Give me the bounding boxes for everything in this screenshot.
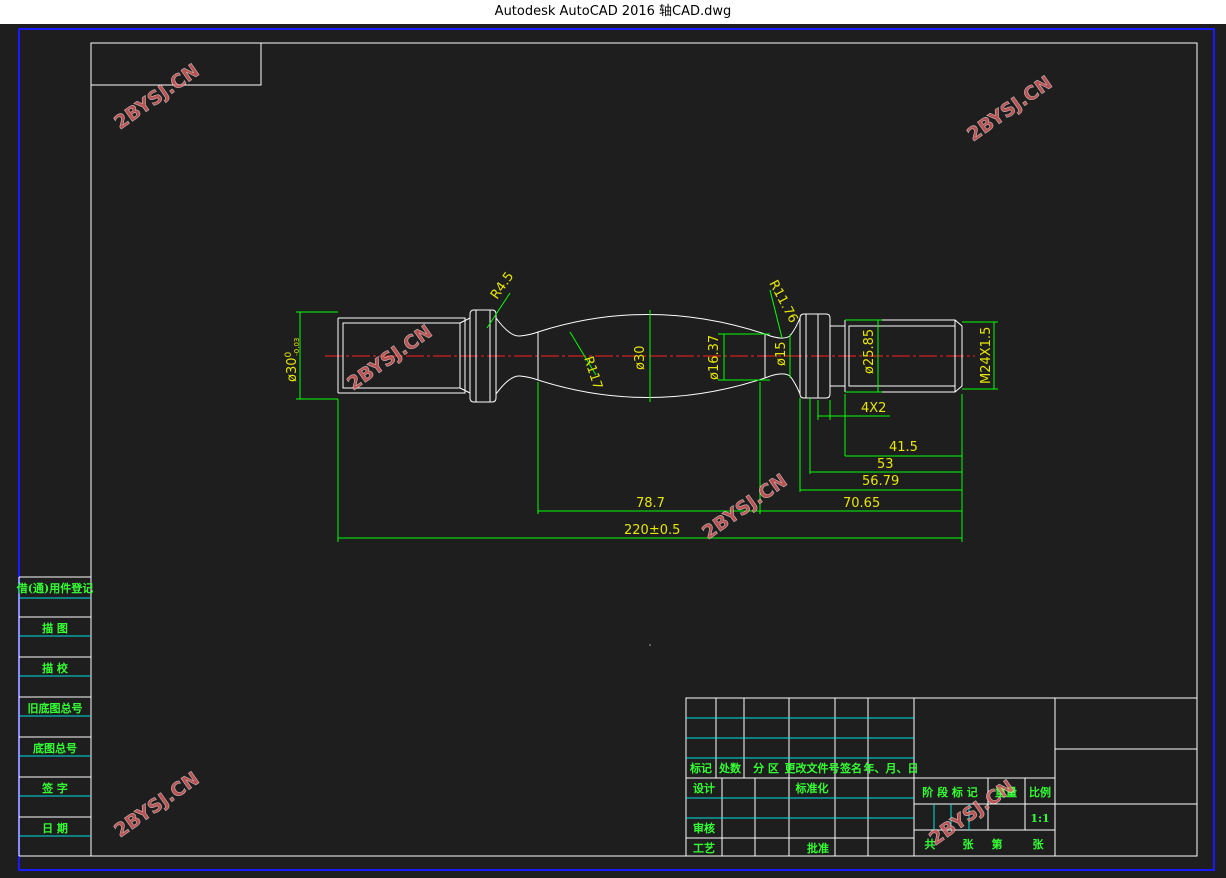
tb-header-0: 标记 xyxy=(689,761,712,775)
tb-sheet-no-unit: 张 xyxy=(1033,837,1045,851)
watermark-5: 2BYSJ.CN xyxy=(110,768,203,842)
tb-scale-value: 1:1 xyxy=(1030,812,1049,825)
dim-78-7: 78.7 xyxy=(636,496,665,511)
dim-53: 53 xyxy=(877,457,894,472)
tb-design: 设计 xyxy=(693,781,715,795)
dim-70-65: 70.65 xyxy=(843,496,880,511)
tb-sheet-no: 第 xyxy=(992,837,1003,851)
dim-d1637: ø16.37 xyxy=(707,335,722,380)
side-row-4: 底图总号 xyxy=(33,741,77,755)
dim-56-79: 56.79 xyxy=(862,474,899,489)
dim-r45: R4.5 xyxy=(488,269,517,302)
tb-stage-mark: 阶 段 标 记 xyxy=(922,785,978,799)
watermark-1: 2BYSJ.CN xyxy=(110,60,203,134)
cursor-dot xyxy=(649,644,651,646)
tb-process: 工艺 xyxy=(693,841,715,855)
side-row-3: 旧底图总号 xyxy=(28,701,83,715)
window-title: Autodesk AutoCAD 2016 轴CAD.dwg xyxy=(0,0,1226,24)
side-row-6: 日 期 xyxy=(42,821,68,835)
dim-r1176: R11.76 xyxy=(765,278,800,326)
drawing-frame xyxy=(90,42,1198,857)
tb-review: 审核 xyxy=(693,821,715,835)
dim-m24: M24X1.5 xyxy=(979,327,994,384)
tb-standard: 标准化 xyxy=(795,781,829,795)
dim-41-5: 41.5 xyxy=(889,440,918,455)
dim-d30-main: ø30 xyxy=(285,358,300,383)
tb-sheet-count: 张 xyxy=(963,837,975,851)
watermark-4: 2BYSJ.CN xyxy=(698,470,791,544)
dim-d15: ø15 xyxy=(774,342,789,367)
dim-d30-tol: ø300-0.03 xyxy=(284,338,301,382)
side-row-1: 描 图 xyxy=(42,621,68,635)
side-table: 借(通)用件登记 描 图 描 校 旧底图总号 底图总号 签 字 日 期 xyxy=(16,576,93,857)
side-row-0: 借(通)用件登记 xyxy=(16,581,93,595)
tb-header-5: 年、月、日 xyxy=(864,761,919,775)
tb-scale-label: 比例 xyxy=(1029,785,1051,799)
dim-d2585: ø25.85 xyxy=(862,329,877,374)
tb-header-3: 更改文件号 xyxy=(785,761,840,775)
tb-header-1: 处数 xyxy=(718,761,742,775)
side-row-5: 签 字 xyxy=(41,781,68,795)
dim-d30: ø30 xyxy=(633,346,648,371)
side-row-2: 描 校 xyxy=(42,661,69,675)
tb-approve: 批准 xyxy=(807,841,829,855)
sheet-border xyxy=(18,28,1215,871)
drawing-canvas[interactable]: R4.5 R11.76 ø300-0.03 R117 ø30 ø16.37 ø1… xyxy=(0,24,1226,874)
cad-drawing: R4.5 R11.76 ø300-0.03 R117 ø30 ø16.37 ø1… xyxy=(16,28,1215,871)
dim-d30-lower: -0.03 xyxy=(293,338,301,356)
watermark-2: 2BYSJ.CN xyxy=(963,72,1056,146)
dim-r117: R117 xyxy=(580,355,605,392)
dim-220: 220±0.5 xyxy=(624,523,680,538)
watermark-3: 2BYSJ.CN xyxy=(343,321,436,395)
tb-header-4: 签名 xyxy=(839,761,862,775)
tb-header-2: 分 区 xyxy=(753,761,779,775)
dim-groove: 4X2 xyxy=(861,401,886,416)
